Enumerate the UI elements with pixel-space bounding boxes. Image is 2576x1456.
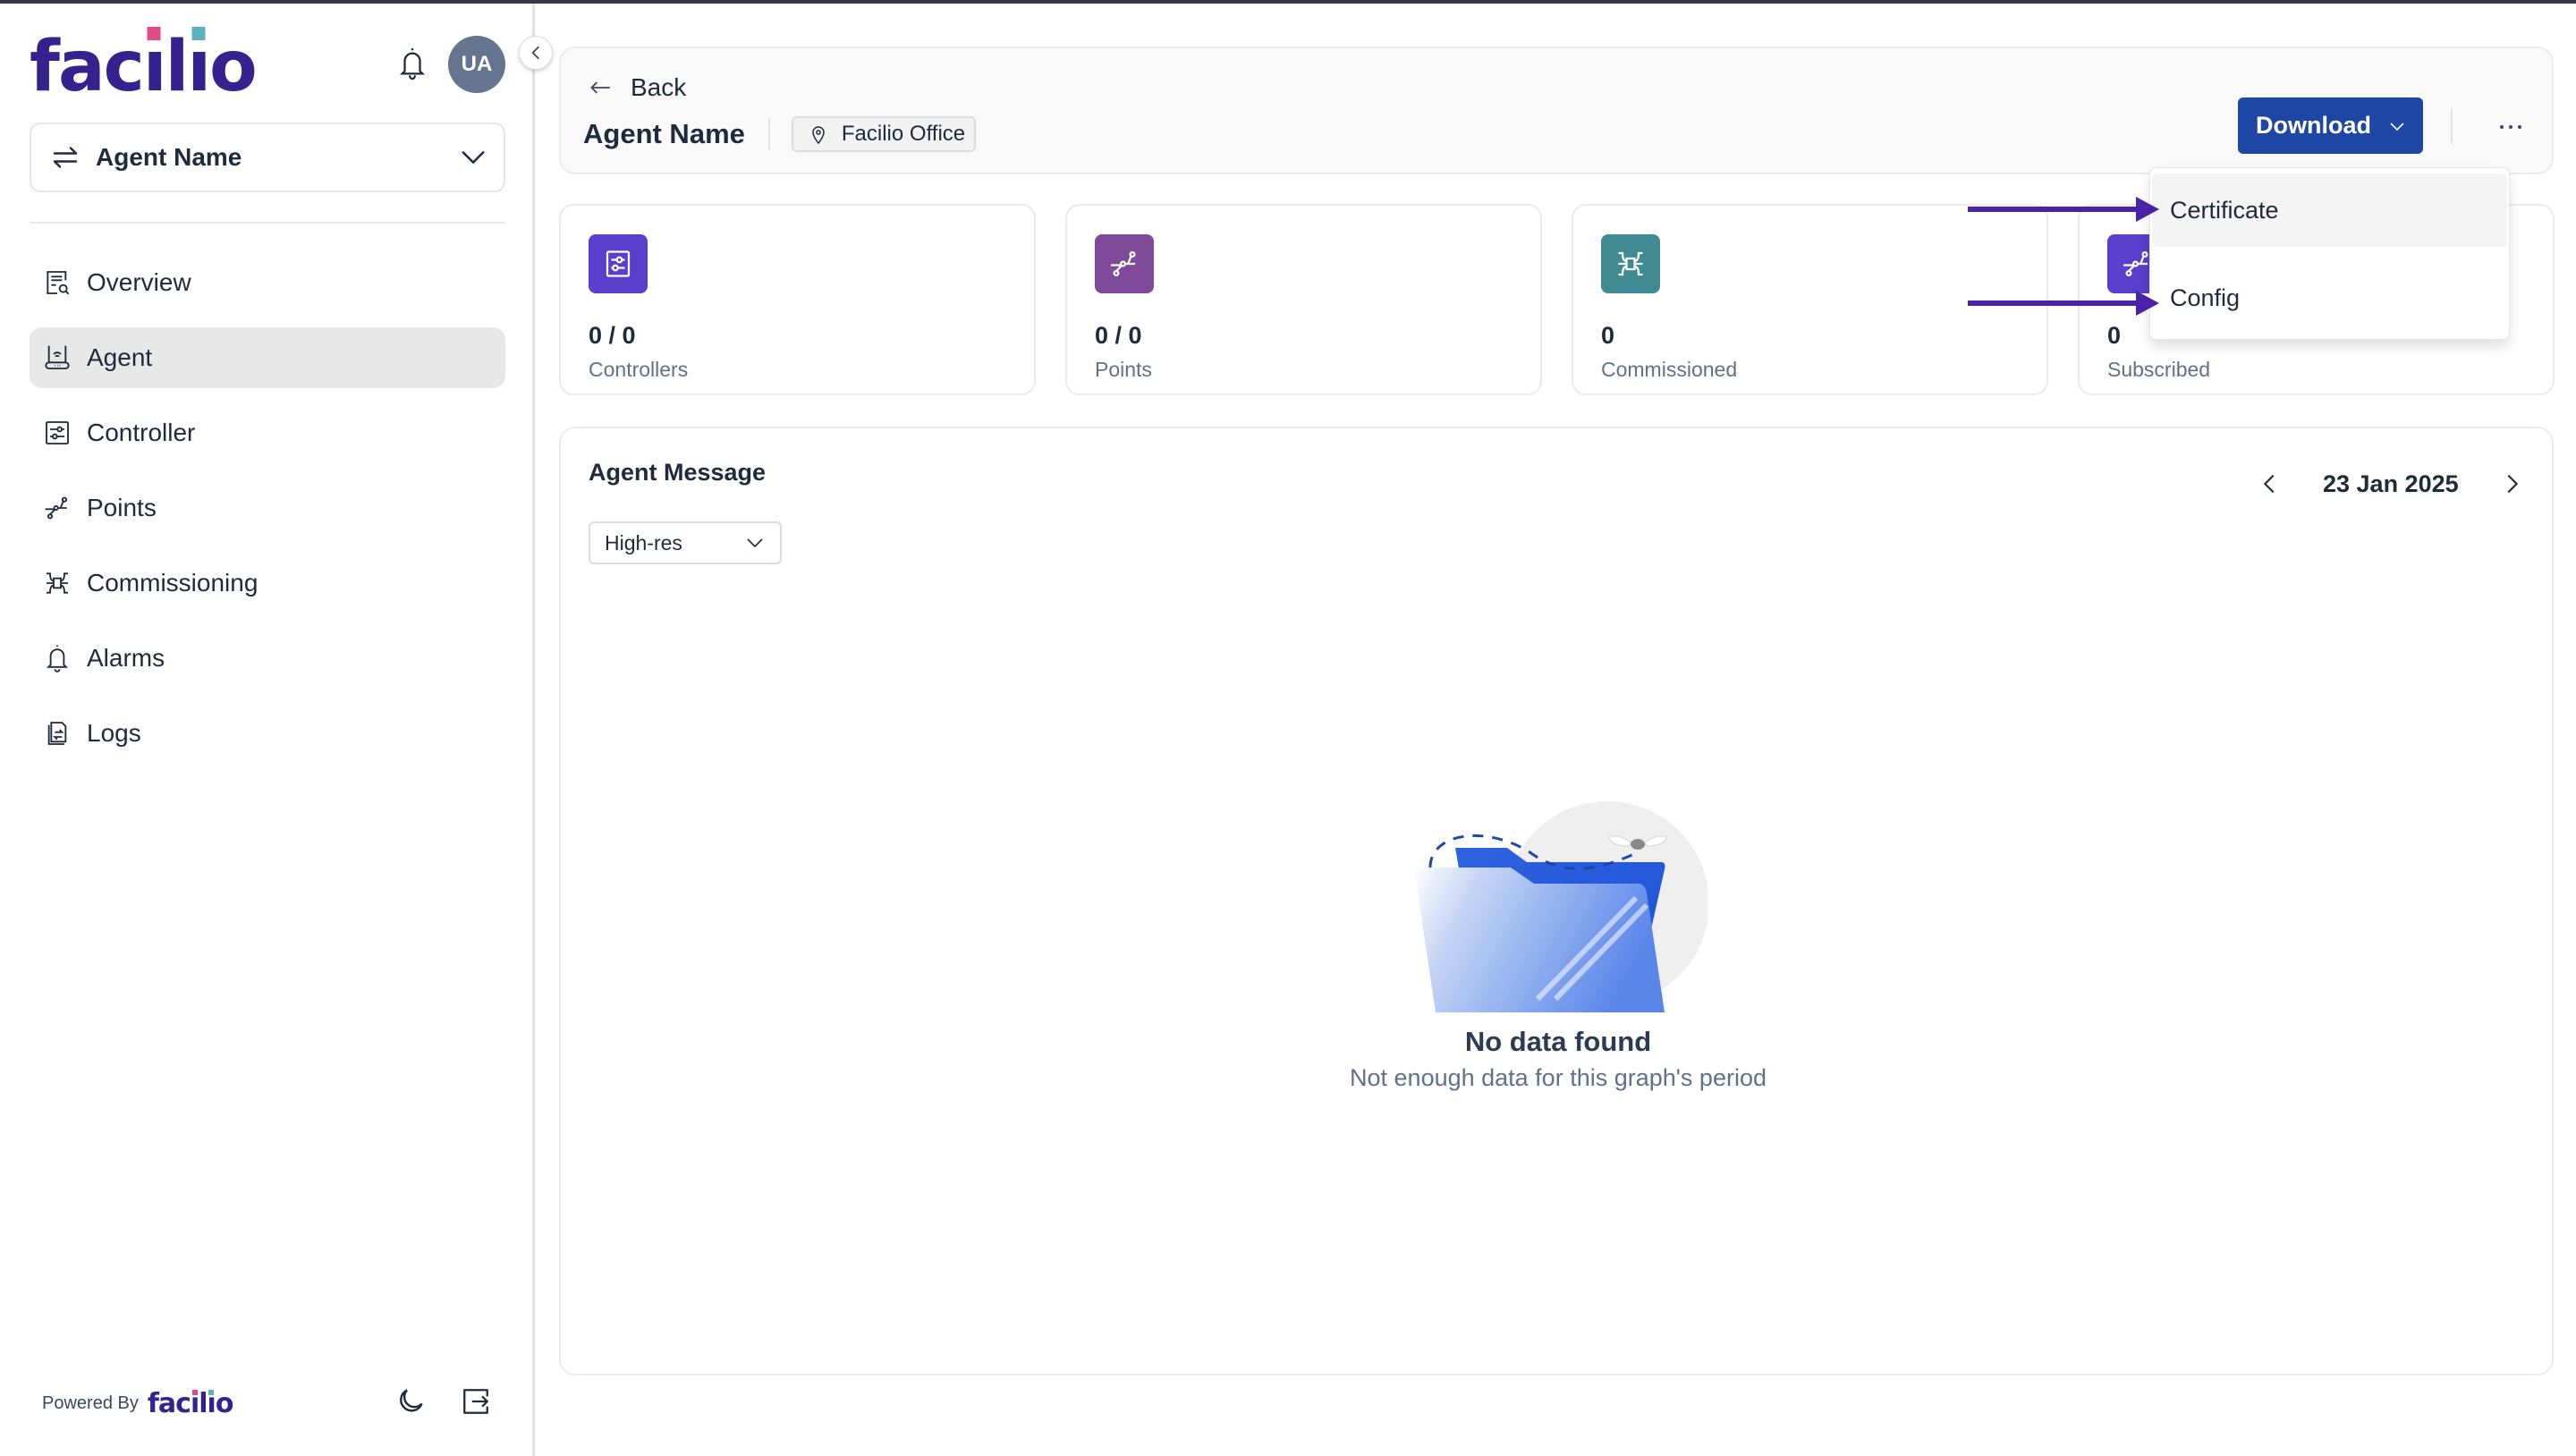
stat-card-controllers[interactable]: 0 / 0 Controllers — [559, 204, 1036, 395]
back-label: Back — [631, 73, 687, 101]
sidebar-footer: Powered By facı lı o — [42, 1381, 507, 1426]
panel-title: Agent Message — [589, 459, 767, 486]
sidebar-item-label: Points — [87, 494, 157, 521]
stat-label: Points — [1095, 358, 1152, 381]
controller-icon — [589, 234, 648, 293]
current-date: 23 Jan 2025 — [2323, 470, 2459, 497]
sidebar-item-label: Alarms — [87, 644, 165, 672]
page-title: Agent Name — [583, 118, 745, 149]
user-initials: UA — [461, 52, 493, 76]
title-row: Agent Name Facilio Office — [583, 113, 977, 156]
site-chip[interactable]: Facilio Office — [791, 116, 977, 152]
agent-selector[interactable]: Agent Name — [30, 123, 505, 192]
sidebar-item-label: Controller — [87, 419, 196, 446]
dot-icon — [2500, 125, 2504, 129]
chevron-left-icon — [531, 46, 540, 60]
sidebar-item-label: Overview — [87, 268, 191, 296]
sidebar-divider — [30, 222, 505, 224]
bell-icon — [42, 643, 72, 673]
stat-label: Controllers — [589, 358, 689, 381]
notification-bell-icon[interactable] — [397, 47, 428, 80]
logo-dot — [147, 27, 161, 40]
back-link[interactable]: Back — [589, 73, 686, 102]
stat-card-points[interactable]: 0 / 0 Points — [1065, 204, 1542, 395]
logo-dot — [208, 1389, 215, 1395]
collapse-sidebar-button[interactable] — [519, 36, 553, 70]
title-separator — [767, 118, 770, 150]
swap-arrows-icon — [53, 147, 78, 168]
stat-label: Commissioned — [1601, 358, 1738, 381]
overview-icon — [42, 267, 72, 298]
sidebar-nav: Overview Agent Controller Points Commiss… — [30, 252, 505, 778]
stat-value: 0 / 0 — [589, 322, 636, 349]
sidebar-item-points[interactable]: Points — [30, 478, 505, 538]
commissioning-icon — [42, 568, 72, 598]
dot-icon — [2509, 125, 2512, 129]
sidebar-item-label: Logs — [87, 719, 141, 747]
facilio-logo[interactable]: facı lı o — [30, 27, 258, 107]
dark-mode-toggle-icon[interactable] — [394, 1386, 426, 1418]
download-button[interactable]: Download — [2238, 97, 2423, 154]
dot-icon — [2518, 125, 2521, 129]
annotation-arrow-config — [1968, 291, 2159, 316]
chevron-left-icon — [2263, 474, 2275, 494]
site-chip-label: Facilio Office — [841, 122, 966, 146]
more-options-button[interactable] — [2488, 109, 2533, 145]
sidebar-item-controller[interactable]: Controller — [30, 402, 505, 463]
chevron-down-icon — [2390, 122, 2404, 131]
stat-label: Subscribed — [2107, 358, 2211, 381]
router-icon — [42, 343, 72, 373]
date-navigator: 23 Jan 2025 — [2251, 466, 2530, 502]
location-pin-icon — [812, 126, 825, 144]
chevron-right-icon — [2507, 474, 2518, 494]
sidebar-item-alarms[interactable]: Alarms — [30, 628, 505, 689]
page-header: Back Agent Name Facilio Office Download — [559, 47, 2554, 174]
sidebar-item-label: Agent — [87, 343, 153, 371]
sidebar-item-agent[interactable]: Agent — [30, 327, 505, 388]
commissioning-icon — [1601, 234, 1660, 293]
menu-item-config[interactable]: Config — [2152, 261, 2507, 334]
resolution-select[interactable]: High-res — [589, 521, 782, 564]
logo-text: facı lı o — [30, 27, 258, 107]
download-menu: Certificate Config — [2149, 167, 2510, 340]
download-label: Download — [2256, 112, 2371, 139]
next-date-button[interactable] — [2495, 466, 2530, 502]
sidebar-item-logs[interactable]: Logs — [30, 703, 505, 764]
logout-icon[interactable] — [461, 1386, 491, 1417]
points-icon — [42, 493, 72, 523]
agent-selector-label: Agent Name — [96, 143, 242, 171]
resolution-value: High-res — [605, 530, 682, 554]
empty-folder-illustration — [1414, 801, 1707, 1012]
logo-dot — [191, 27, 206, 40]
sidebar: facı lı o UA Agent Name Overview Agent C… — [0, 4, 535, 1456]
chevron-down-icon — [462, 151, 485, 164]
stat-value: 0 — [1601, 322, 1615, 349]
menu-item-certificate[interactable]: Certificate — [2152, 174, 2507, 247]
stat-value: 0 — [2107, 322, 2122, 349]
points-icon — [1095, 234, 1154, 293]
powered-by-label: Powered By — [42, 1393, 139, 1413]
logs-icon — [42, 718, 72, 749]
stat-value: 0 / 0 — [1095, 322, 1142, 349]
header-separator — [2451, 108, 2453, 144]
sidebar-item-label: Commissioning — [87, 569, 258, 597]
previous-date-button[interactable] — [2251, 466, 2287, 502]
sidebar-item-overview[interactable]: Overview — [30, 252, 505, 313]
sidebar-item-commissioning[interactable]: Commissioning — [30, 553, 505, 614]
empty-state-title: No data found — [1464, 1026, 1652, 1057]
footer-logo: facı lı o — [147, 1387, 234, 1419]
user-avatar[interactable]: UA — [448, 36, 505, 93]
controller-icon — [42, 418, 72, 448]
annotation-arrow-certificate — [1968, 197, 2159, 222]
arrow-left-icon — [590, 81, 610, 94]
agent-message-panel: Agent Message High-res 23 Jan 2025 No da… — [559, 427, 2554, 1376]
chevron-down-icon — [747, 538, 763, 548]
logo-dot — [191, 1389, 198, 1395]
empty-state-subtitle: Not enough data for this graph's period — [1350, 1064, 1767, 1091]
